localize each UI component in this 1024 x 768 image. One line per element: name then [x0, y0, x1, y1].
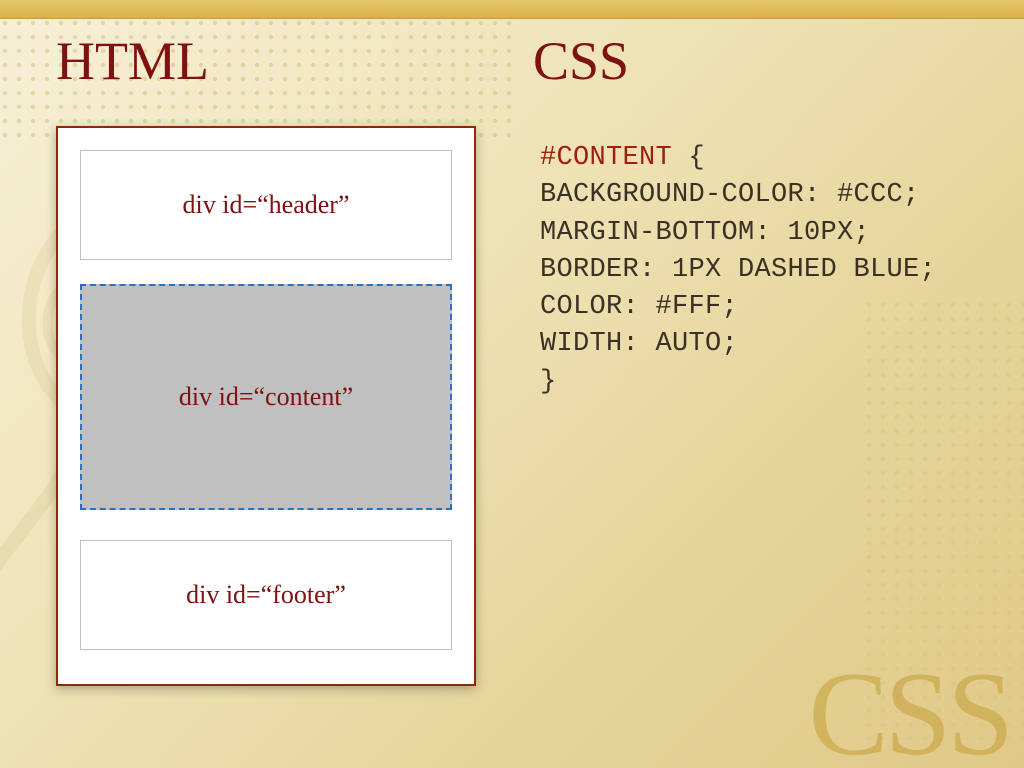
slide: HTML CSS div id=“header” div id=“content…	[0, 0, 1024, 768]
footer-div-label: div id=“footer”	[186, 580, 346, 610]
css-line-6: }	[540, 367, 557, 397]
heading-html: HTML	[56, 30, 507, 92]
headings-row: HTML CSS	[56, 30, 984, 92]
css-line-3: border: 1px dashed blue;	[540, 255, 936, 285]
header-div-box: div id=“header”	[80, 150, 452, 260]
html-layout-panel: div id=“header” div id=“content” div id=…	[56, 126, 476, 686]
css-watermark: CSS	[808, 654, 1010, 768]
css-line-2: margin-bottom: 10px;	[540, 218, 870, 248]
css-line-5: width: auto;	[540, 329, 738, 359]
content-div-label: div id=“content”	[179, 382, 353, 412]
css-open-brace: {	[672, 143, 705, 173]
css-code-block: #content { background-color: #ccc; margi…	[540, 140, 936, 401]
css-line-4: color: #fff;	[540, 292, 738, 322]
footer-div-box: div id=“footer”	[80, 540, 452, 650]
content-div-box: div id=“content”	[80, 284, 452, 510]
heading-css: CSS	[507, 30, 984, 92]
css-selector: #content	[540, 143, 672, 173]
header-div-label: div id=“header”	[183, 190, 350, 220]
css-line-1: background-color: #ccc;	[540, 180, 920, 210]
top-ornament-bar	[0, 0, 1024, 19]
